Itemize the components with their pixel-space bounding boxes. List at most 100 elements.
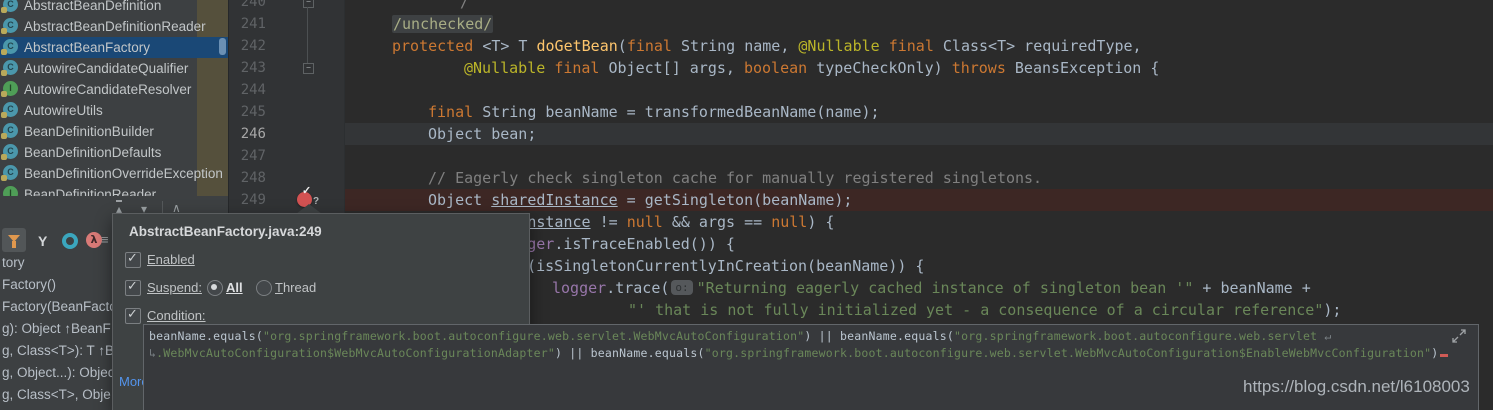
- sidebar-item-label: BeanDefinitionDefaults: [24, 145, 162, 160]
- fold-guide-line: [307, 7, 308, 63]
- sidebar-item[interactable]: C BeanDefinitionDefaults: [0, 142, 228, 163]
- sidebar-item-label: AbstractBeanDefinition: [24, 0, 162, 13]
- code-token: /unchecked/: [392, 15, 494, 33]
- list-icon[interactable]: ≡: [101, 233, 109, 246]
- sidebar-item[interactable]: C AbstractBeanFactory: [0, 37, 228, 58]
- line-number: 244: [240, 82, 266, 98]
- code-line: /: [460, 0, 469, 13]
- code-token: sharedInstance: [491, 191, 618, 209]
- lock-badge: [1, 175, 7, 181]
- code-token: boolean: [743, 59, 817, 77]
- lock-badge: [1, 91, 7, 97]
- group-methods-icon[interactable]: Y: [38, 233, 47, 249]
- sidebar-item-label: AutowireUtils: [24, 103, 103, 118]
- condition-checkbox[interactable]: ✓: [125, 306, 141, 324]
- code-token: (isSingletonCurrentlyInCreation(beanName…: [518, 257, 925, 275]
- lock-badge: [1, 70, 7, 76]
- code-token: doGetBean: [536, 37, 618, 55]
- code-line: Object bean;: [428, 123, 536, 145]
- code-token: null: [626, 213, 663, 231]
- line-number: 241: [240, 16, 266, 32]
- code-line: if (isSingletonCurrentlyInCreation(beanN…: [500, 255, 924, 277]
- code-token: typeCheckOnly): [816, 59, 952, 77]
- code-token: "Returning eagerly cached instance of si…: [696, 279, 1194, 297]
- sidebar-item-label: BeanDefinitionBuilder: [24, 124, 154, 139]
- code-token: protected: [392, 37, 483, 55]
- line-number: 247: [240, 148, 266, 164]
- code-token: "' that is not fully initialized yet - a…: [628, 301, 1324, 319]
- sidebar-item[interactable]: C AutowireUtils: [0, 100, 228, 121]
- code-token: // Eagerly check singleton cache for man…: [428, 169, 1043, 187]
- sidebar-item-label: AutowireCandidateResolver: [24, 82, 192, 97]
- lock-badge: [1, 7, 7, 13]
- condition-text-line: beanName.equals("org.springframework.boo…: [149, 328, 1332, 345]
- sidebar-item[interactable]: C AutowireCandidateQualifier: [0, 58, 228, 79]
- code-token: throws: [951, 59, 1015, 77]
- code-token: + beanName +: [1193, 279, 1311, 297]
- check-icon: ✓: [127, 278, 138, 293]
- code-token: /: [460, 0, 470, 11]
- code-line: final String beanName = transformedBeanN…: [428, 101, 880, 123]
- code-token: final: [428, 103, 483, 121]
- sidebar-item[interactable]: C AbstractBeanDefinitionReader: [0, 16, 228, 37]
- lock-badge: [1, 154, 7, 160]
- suspend-row: ✓ Suspend: All Thread: [113, 278, 529, 298]
- sort-visibility-button[interactable]: [2, 228, 26, 252]
- lambda-icon[interactable]: λ: [86, 232, 102, 248]
- code-token: ) {: [807, 213, 835, 231]
- code-token: && args ==: [662, 213, 772, 231]
- funnel-stem: [12, 241, 16, 248]
- code-token: Object: [428, 191, 492, 209]
- code-line: // Eagerly check singleton cache for man…: [428, 167, 1042, 189]
- code-token: !=: [590, 213, 627, 231]
- code-token: = getSingleton(beanName);: [617, 191, 853, 209]
- code-token: beanName.equals(: [149, 329, 263, 343]
- sidebar-item[interactable]: C AbstractBeanDefinition: [0, 0, 228, 16]
- code-token: "org.springframework.boot.autoconfigure.…: [704, 346, 1432, 360]
- condition-editor[interactable]: beanName.equals( "org.springframework.boo…: [143, 324, 1479, 410]
- code-token: @Nullable: [464, 59, 555, 77]
- line-number: 249: [240, 192, 266, 208]
- fold-marker-icon[interactable]: −: [303, 0, 314, 8]
- suspend-thread-radio[interactable]: [256, 280, 272, 296]
- intellij-ide-screenshot: − − 240241242243244245246247248249250251…: [0, 0, 1493, 410]
- line-number: 246: [240, 126, 266, 142]
- code-token: .isTraceEnabled()) {: [554, 235, 735, 253]
- target-icon[interactable]: [62, 233, 78, 249]
- code-line: logger.trace(o: "Returning eagerly cached…: [552, 277, 1311, 299]
- sidebar-item[interactable]: C BeanDefinitionOverrideException: [0, 163, 228, 184]
- line-number: 248: [240, 170, 266, 186]
- code-token: (: [617, 37, 627, 55]
- suspend-all-radio[interactable]: [207, 280, 223, 296]
- suspend-checkbox[interactable]: ✓: [125, 278, 141, 296]
- line-number: 242: [240, 38, 266, 54]
- code-token: Object bean;: [428, 125, 537, 143]
- code-line: "' that is not fully initialized yet - a…: [628, 299, 1341, 321]
- code-token: final: [888, 37, 943, 55]
- code-token: ): [1431, 346, 1439, 360]
- code-token: String beanName = transformedBeanName(na…: [482, 103, 880, 121]
- enabled-checkbox[interactable]: ✓: [125, 250, 141, 268]
- code-token: final: [626, 37, 681, 55]
- fold-marker-icon[interactable]: −: [303, 63, 314, 74]
- suspend-all-label: All: [226, 280, 243, 295]
- sidebar-item[interactable]: C BeanDefinitionBuilder: [0, 121, 228, 142]
- code-token: logger: [552, 279, 607, 297]
- csdn-watermark: https://blog.csdn.net/l6108003: [1243, 377, 1470, 396]
- expand-editor-icon[interactable]: [1452, 329, 1466, 343]
- lock-badge: [1, 28, 7, 34]
- lock-badge: [1, 112, 7, 118]
- code-token: @Nullable: [798, 37, 889, 55]
- popup-title: AbstractBeanFactory.java:249: [129, 224, 322, 239]
- code-token: .WebMvcAutoConfiguration$WebMvcAutoConfi…: [156, 346, 556, 360]
- code-token: [1440, 354, 1449, 357]
- project-classes-panel[interactable]: C AbstractBeanDefinition C AbstractBeanDefi…: [0, 0, 229, 197]
- code-line: protected <T> T doGetBean(final String n…: [392, 35, 1142, 57]
- suspend-label: Suspend:: [147, 280, 202, 295]
- enabled-label: Enabled: [147, 252, 195, 267]
- sidebar-item[interactable]: I AutowireCandidateResolver: [0, 79, 228, 100]
- code-token: final: [554, 59, 609, 77]
- sidebar-scrollbar-thumb[interactable]: [219, 38, 226, 55]
- line-number: 240: [240, 0, 266, 10]
- code-token: Object[] args,: [608, 59, 744, 77]
